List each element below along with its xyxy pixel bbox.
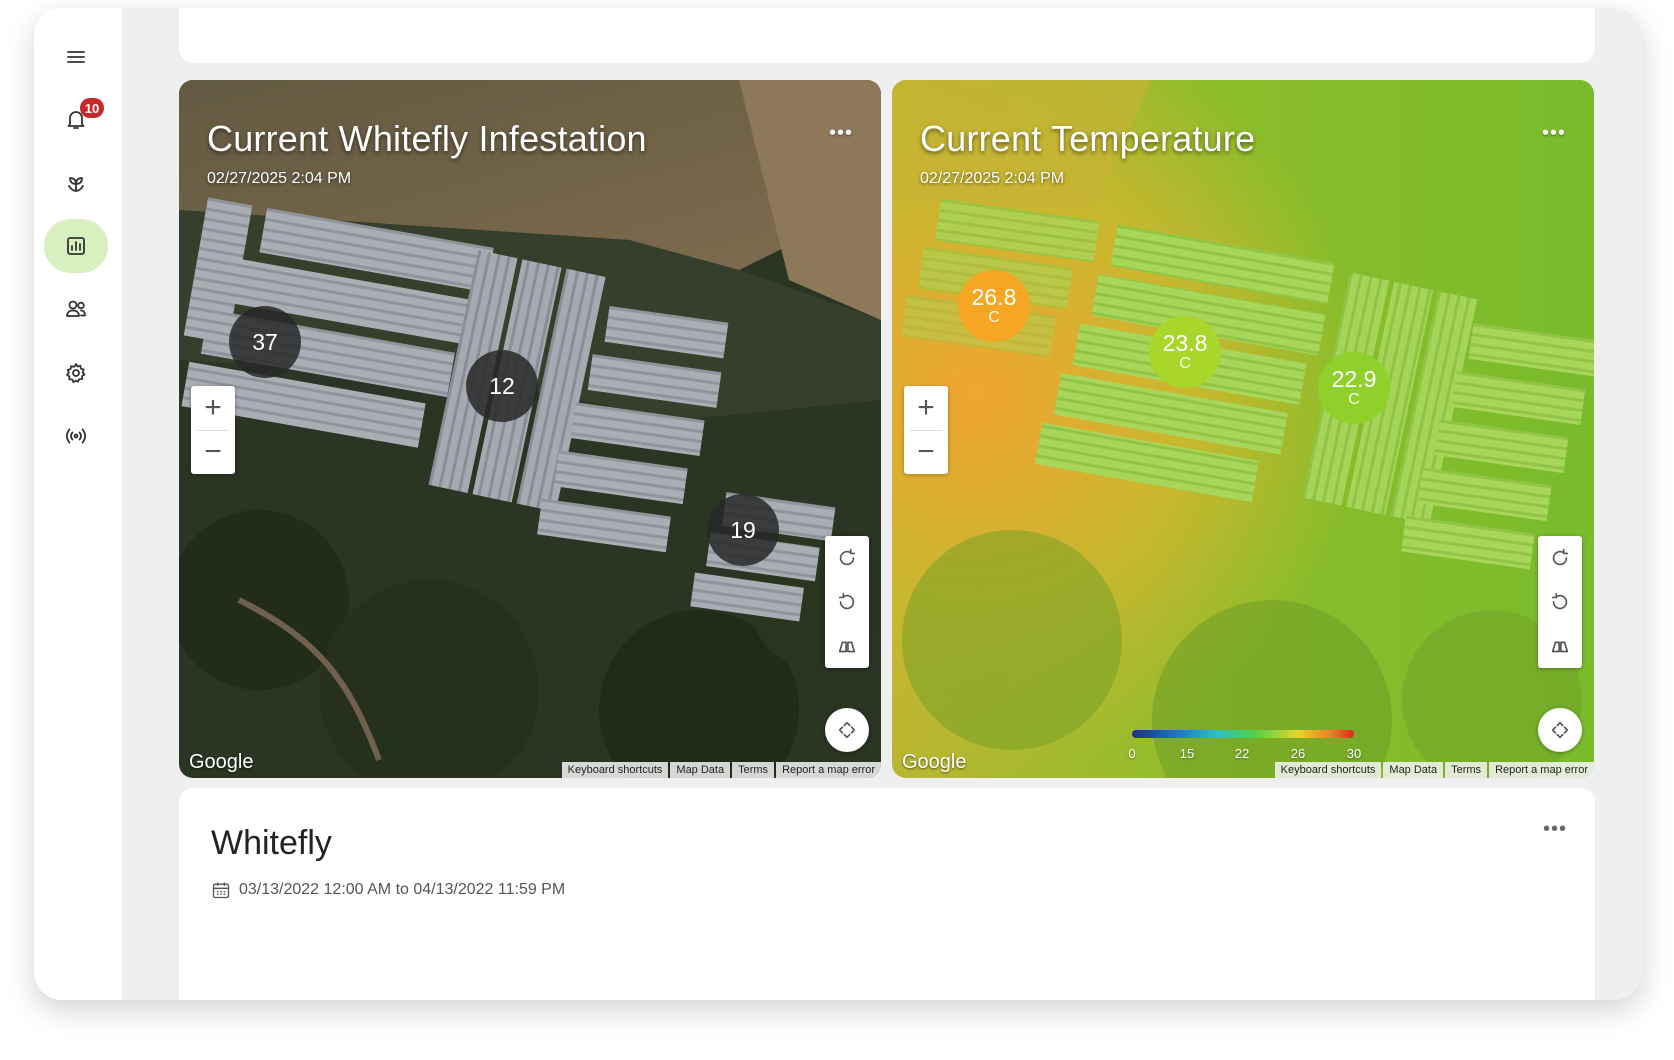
keyboard-shortcuts-link[interactable]: Keyboard shortcuts xyxy=(1274,762,1382,778)
whitefly-card-title: Whitefly xyxy=(211,824,332,862)
temperature-value: 23.8 xyxy=(1162,329,1208,356)
temperature-reading[interactable]: 23.8 C xyxy=(1149,316,1221,388)
whitefly-map-title: Current Whitefly Infestation xyxy=(207,118,647,159)
temperature-value: 22.9 xyxy=(1331,365,1377,392)
gear-icon xyxy=(66,363,86,383)
zoom-out-button[interactable]: − xyxy=(191,430,235,474)
notification-badge: 10 xyxy=(80,98,104,118)
legend-tick: 15 xyxy=(1179,746,1195,761)
keyboard-shortcuts-link[interactable]: Keyboard shortcuts xyxy=(561,762,669,778)
sprout-icon xyxy=(68,177,84,192)
infestation-cluster[interactable]: 37 xyxy=(229,306,301,378)
rotate-control xyxy=(825,536,869,668)
whitefly-chart-card: Whitefly 03/13/2022 12:00 AM to 04/13/20… xyxy=(179,788,1595,1000)
rotate-clockwise-button[interactable] xyxy=(825,536,869,580)
users-icon xyxy=(66,300,86,317)
tilt-button[interactable] xyxy=(825,624,869,668)
menu-button[interactable] xyxy=(44,30,108,84)
sidebar: 10 xyxy=(34,8,122,1000)
rotate-ccw-icon xyxy=(1551,592,1568,610)
date-range-text: 03/13/2022 12:00 AM to 04/13/2022 11:59 … xyxy=(239,881,566,898)
temperature-unit: C xyxy=(1179,354,1191,372)
temperature-reading[interactable]: 26.8 C xyxy=(958,270,1030,342)
chart-icon xyxy=(67,237,85,255)
temperature-map-timestamp: 02/27/2025 2:04 PM xyxy=(920,170,1065,187)
pan-control-button[interactable] xyxy=(1538,708,1582,752)
notifications-button[interactable]: 10 xyxy=(44,92,108,146)
pan-control-button[interactable] xyxy=(825,708,869,752)
rotate-counterclockwise-button[interactable] xyxy=(1538,580,1582,624)
terms-link[interactable]: Terms xyxy=(732,762,775,778)
rotate-control xyxy=(1538,536,1582,668)
terms-link[interactable]: Terms xyxy=(1445,762,1488,778)
nav-settings[interactable] xyxy=(44,346,108,400)
google-logo: Google xyxy=(189,751,254,773)
map-attribution: Keyboard shortcuts Map Data Terms Report… xyxy=(1273,762,1594,778)
date-range[interactable]: 03/13/2022 12:00 AM to 04/13/2022 11:59 … xyxy=(211,880,565,900)
zoom-control: + − xyxy=(904,386,948,474)
pan-arrows-icon xyxy=(838,721,856,739)
whitefly-map-card[interactable]: Current Whitefly Infestation 02/27/2025 … xyxy=(179,80,881,778)
legend-tick: 30 xyxy=(1346,746,1362,761)
infestation-cluster[interactable]: 19 xyxy=(707,494,779,566)
infestation-cluster[interactable]: 12 xyxy=(466,350,538,422)
map-data-link[interactable]: Map Data xyxy=(1383,762,1444,778)
google-logo: Google xyxy=(902,751,967,773)
temperature-value: 26.8 xyxy=(971,283,1017,310)
temperature-unit: C xyxy=(1348,390,1360,408)
rotate-cw-icon xyxy=(1552,548,1569,566)
zoom-in-button[interactable]: + xyxy=(191,386,235,430)
calendar-icon xyxy=(212,882,230,899)
rotate-counterclockwise-button[interactable] xyxy=(825,580,869,624)
tilt-icon xyxy=(838,641,856,653)
rotate-ccw-icon xyxy=(838,592,855,610)
temperature-unit: C xyxy=(988,308,1000,326)
temperature-reading[interactable]: 22.9 C xyxy=(1318,352,1390,424)
nav-crops[interactable] xyxy=(44,156,108,210)
tilt-icon xyxy=(1551,641,1569,653)
map-data-link[interactable]: Map Data xyxy=(670,762,731,778)
whitefly-map-timestamp: 02/27/2025 2:04 PM xyxy=(207,170,352,187)
rotate-cw-icon xyxy=(839,548,856,566)
app-frame: 10 Current Whitefly Infestation 02/27/20… xyxy=(34,8,1642,1000)
tilt-button[interactable] xyxy=(1538,624,1582,668)
temperature-map-more-button[interactable]: ••• xyxy=(1542,122,1566,145)
map-attribution: Keyboard shortcuts Map Data Terms Report… xyxy=(560,762,881,778)
rotate-clockwise-button[interactable] xyxy=(1538,536,1582,580)
zoom-in-button[interactable]: + xyxy=(904,386,948,430)
legend-tick: 0 xyxy=(1128,746,1136,761)
temperature-legend-bar xyxy=(1132,730,1354,738)
top-card xyxy=(179,8,1595,63)
legend-tick: 22 xyxy=(1234,746,1250,761)
nav-dashboard[interactable] xyxy=(44,219,108,273)
broadcast-icon xyxy=(66,428,86,444)
report-map-error-link[interactable]: Report a map error xyxy=(1489,762,1594,778)
pan-arrows-icon xyxy=(1551,721,1569,739)
zoom-out-button[interactable]: − xyxy=(904,430,948,474)
nav-users[interactable] xyxy=(44,282,108,336)
temperature-map-card[interactable]: Current Temperature 02/27/2025 2:04 PM •… xyxy=(892,80,1594,778)
nav-sensors[interactable] xyxy=(44,409,108,463)
legend-tick: 26 xyxy=(1290,746,1306,761)
zoom-control: + − xyxy=(191,386,235,474)
report-map-error-link[interactable]: Report a map error xyxy=(776,762,881,778)
temperature-map-title: Current Temperature xyxy=(920,118,1256,159)
hamburger-menu-icon xyxy=(67,51,85,63)
whitefly-card-more-button[interactable]: ••• xyxy=(1543,818,1567,841)
whitefly-map-more-button[interactable]: ••• xyxy=(829,122,853,145)
